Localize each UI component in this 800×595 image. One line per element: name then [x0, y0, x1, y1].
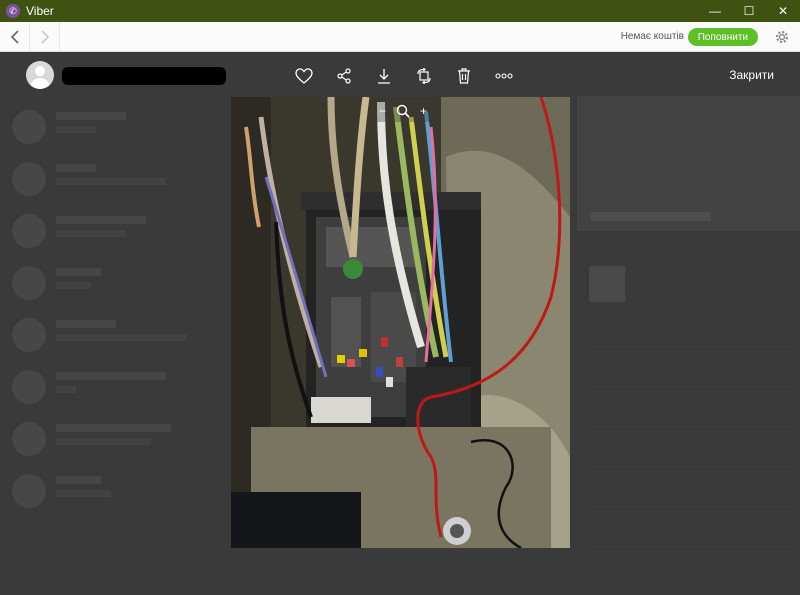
list-item [0, 154, 215, 204]
like-button[interactable] [284, 64, 324, 88]
close-viewer-button[interactable]: Закрити [729, 68, 774, 82]
rotate-icon [417, 68, 431, 84]
viewer-actions [284, 64, 524, 88]
list-item [0, 362, 215, 412]
chevron-right-icon [40, 29, 49, 44]
delete-button[interactable] [444, 64, 484, 88]
more-button[interactable] [484, 64, 524, 88]
back-button[interactable] [0, 21, 30, 52]
redacted-sender-name [62, 67, 226, 85]
list-item [0, 206, 215, 256]
photo-fusebox-illustration [231, 97, 570, 548]
more-icon [495, 73, 513, 79]
chevron-left-icon [10, 29, 19, 44]
media-viewer-header: Закрити [0, 52, 800, 98]
minimize-button[interactable]: — [698, 0, 732, 22]
maximize-button[interactable]: ☐ [732, 0, 766, 22]
trash-icon [458, 68, 470, 84]
photo-image[interactable]: − + [231, 97, 570, 548]
chat-info-dimmed [577, 96, 800, 595]
list-item [0, 258, 215, 308]
zoom-in-button[interactable]: + [420, 104, 427, 118]
chat-list-dimmed [0, 92, 215, 595]
zoom-controls: − + [374, 100, 432, 122]
rotate-button[interactable] [404, 64, 444, 88]
avatar[interactable] [26, 61, 54, 89]
zoom-out-button[interactable]: − [379, 104, 386, 118]
heart-icon [295, 68, 313, 84]
share-icon [337, 68, 351, 84]
window-title: Viber [26, 4, 54, 18]
settings-button[interactable] [772, 27, 792, 47]
window-titlebar: ✆ Viber — ☐ ✕ [0, 0, 800, 22]
balance-text: Немає коштів [620, 31, 684, 42]
gear-icon [776, 31, 788, 43]
list-item [0, 102, 215, 152]
download-icon [378, 69, 390, 84]
close-window-button[interactable]: ✕ [766, 0, 800, 22]
download-button[interactable] [364, 64, 404, 88]
forward-button[interactable] [30, 21, 60, 52]
top-toolbar: Немає коштів Поповнити [0, 21, 800, 52]
viber-logo-icon: ✆ [6, 4, 20, 18]
topup-button[interactable]: Поповнити [687, 28, 758, 46]
list-item [0, 310, 215, 360]
magnifier-icon [396, 104, 410, 118]
list-item [0, 466, 215, 516]
list-item [0, 414, 215, 464]
share-button[interactable] [324, 64, 364, 88]
